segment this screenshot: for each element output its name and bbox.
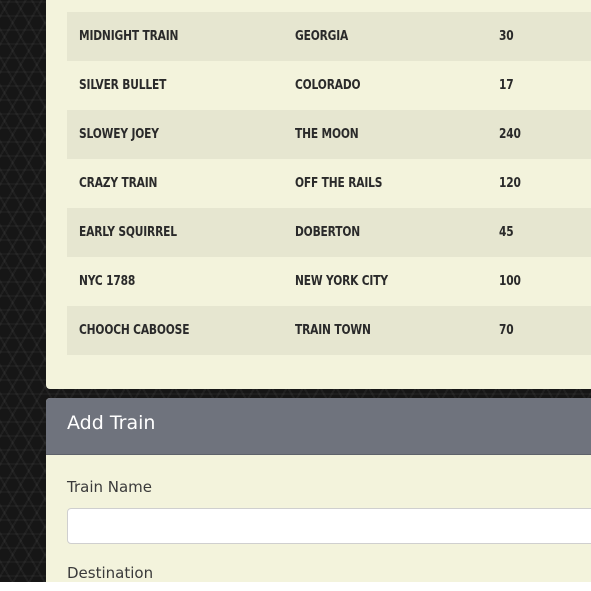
frequency-cell: 240: [499, 127, 521, 142]
destination-cell: COLORADO: [295, 78, 361, 93]
destination-cell: OFF THE RAILS: [295, 176, 383, 191]
frequency-cell: 30: [499, 29, 514, 44]
train-name-cell: CHOOCH CABOOSE: [79, 323, 190, 338]
table-row: CRAZY TRAIN OFF THE RAILS 120: [67, 159, 591, 208]
destination-cell: DOBERTON: [295, 225, 360, 240]
train-name-cell: CRAZY TRAIN: [79, 176, 158, 191]
add-train-header: Add Train: [46, 398, 591, 455]
trains-table: MIDNIGHT TRAIN GEORGIA 30 SILVER BULLET …: [67, 12, 591, 355]
frequency-cell: 45: [499, 225, 514, 240]
train-name-cell: NYC 1788: [79, 274, 136, 289]
train-name-cell: MIDNIGHT TRAIN: [79, 29, 179, 44]
table-row: SLOWEY JOEY THE MOON 240: [67, 110, 591, 159]
table-row: MIDNIGHT TRAIN GEORGIA 30: [67, 12, 591, 61]
train-name-cell: SILVER BULLET: [79, 78, 167, 93]
destination-label: Destination: [67, 564, 154, 582]
destination-cell: GEORGIA: [295, 29, 349, 44]
table-row: EARLY SQUIRREL DOBERTON 45: [67, 208, 591, 257]
add-train-title: Add Train: [67, 412, 156, 434]
train-name-cell: SLOWEY JOEY: [79, 127, 159, 142]
trains-table-card: MIDNIGHT TRAIN GEORGIA 30 SILVER BULLET …: [46, 0, 591, 389]
train-name-cell: EARLY SQUIRREL: [79, 225, 177, 240]
table-row: CHOOCH CABOOSE TRAIN TOWN 70: [67, 306, 591, 355]
train-name-label: Train Name: [67, 478, 153, 496]
destination-cell: TRAIN TOWN: [295, 323, 371, 338]
destination-cell: THE MOON: [295, 127, 359, 142]
frequency-cell: 100: [499, 274, 521, 289]
table-row: NYC 1788 NEW YORK CITY 100: [67, 257, 591, 306]
page-bottom-edge: [0, 582, 591, 591]
add-train-card: Add Train Train Name Destination: [46, 398, 591, 582]
frequency-cell: 120: [499, 176, 521, 191]
train-name-input[interactable]: [67, 508, 591, 544]
frequency-cell: 70: [499, 323, 514, 338]
table-row: SILVER BULLET COLORADO 17: [67, 61, 591, 110]
destination-cell: NEW YORK CITY: [295, 274, 388, 289]
frequency-cell: 17: [499, 78, 514, 93]
